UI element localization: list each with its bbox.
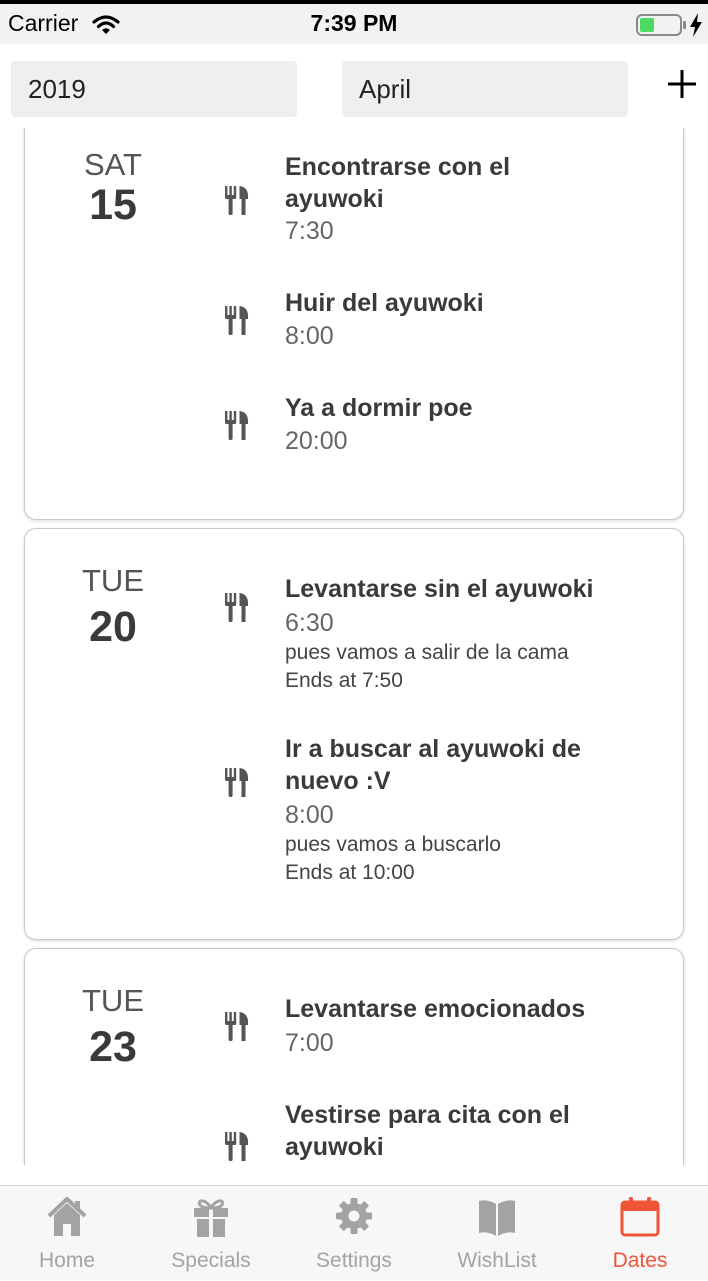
event-time: 6:30 xyxy=(285,609,334,637)
event-end-time: Ends at 7:50 xyxy=(285,669,403,692)
charging-icon xyxy=(689,13,703,42)
dates-list[interactable]: SAT 15 Encontrarse con el ayuwoki 7:30 H… xyxy=(0,128,708,1165)
day-name: SAT xyxy=(84,147,142,182)
utensils-icon xyxy=(225,411,249,440)
event-title-line: ayuwoki xyxy=(285,1133,384,1161)
day-number: 20 xyxy=(89,603,137,651)
event-title-line: Encontrarse con el xyxy=(285,153,511,181)
event-time: 8:00 xyxy=(285,322,334,350)
tab-label: Settings xyxy=(316,1249,392,1272)
tab-specials[interactable]: Specials xyxy=(140,1186,282,1281)
calendar-icon xyxy=(620,1197,660,1237)
event-title-line: Ir a buscar al ayuwoki de xyxy=(285,735,581,763)
day-number: 23 xyxy=(89,1023,137,1071)
utensils-icon xyxy=(225,1012,249,1041)
add-button[interactable] xyxy=(664,66,700,102)
filter-bar: 2019 April xyxy=(0,44,708,128)
event-end-time: Ends at 10:00 xyxy=(285,861,415,884)
day-name: TUE xyxy=(82,983,144,1018)
gift-icon xyxy=(194,1199,228,1237)
tab-wishlist[interactable]: WishList xyxy=(426,1186,568,1281)
event-title-line: Levantarse emocionados xyxy=(285,995,586,1023)
tab-bar: Home Specials Settings WishList Dates xyxy=(0,1185,708,1280)
event-time: 7:00 xyxy=(285,1029,334,1057)
tab-label: Dates xyxy=(612,1249,668,1272)
event-title[interactable]: Levantarse emocionados xyxy=(285,993,655,1025)
tab-label: Home xyxy=(38,1249,96,1272)
utensils-icon xyxy=(225,768,249,797)
event-time: 8:00 xyxy=(285,801,334,829)
status-bar: Carrier 7:39 PM xyxy=(0,0,708,44)
day-number: 15 xyxy=(89,181,137,229)
day-name: TUE xyxy=(82,563,144,598)
event-title[interactable]: Encontrarse con el ayuwoki xyxy=(285,151,655,215)
event-time: 7:30 xyxy=(285,217,334,245)
month-field[interactable]: April xyxy=(342,61,628,117)
year-field[interactable]: 2019 xyxy=(11,61,297,117)
event-title[interactable]: Vestirse para cita con el ayuwoki xyxy=(285,1099,655,1163)
event-title[interactable]: Huir del ayuwoki xyxy=(285,287,655,319)
tab-settings[interactable]: Settings xyxy=(283,1186,425,1281)
plus-icon xyxy=(668,70,696,98)
event-description: pues vamos a buscarlo xyxy=(285,833,501,856)
battery-icon xyxy=(636,14,688,41)
event-title-line: Levantarse sin el ayuwoki xyxy=(285,575,594,603)
gear-icon xyxy=(336,1198,372,1234)
event-title[interactable]: Levantarse sin el ayuwoki xyxy=(285,573,655,605)
event-title-line: Vestirse para cita con el xyxy=(285,1101,570,1129)
event-title-line: Huir del ayuwoki xyxy=(285,289,484,317)
event-title[interactable]: Ir a buscar al ayuwoki de nuevo :V xyxy=(285,733,655,797)
event-description: pues vamos a salir de la cama xyxy=(285,641,569,664)
day-card: TUE 20 Levantarse sin el ayuwoki 6:30 pu… xyxy=(24,528,684,940)
event-time: 20:00 xyxy=(285,427,348,455)
utensils-icon xyxy=(225,306,249,335)
book-icon xyxy=(479,1200,515,1236)
home-icon xyxy=(47,1197,87,1236)
day-card: SAT 15 Encontrarse con el ayuwoki 7:30 H… xyxy=(24,128,684,520)
utensils-icon xyxy=(225,186,249,215)
day-card: TUE 23 Levantarse emocionados 7:00 Vesti… xyxy=(24,948,684,1165)
event-title-line: Ya a dormir poe xyxy=(285,394,473,422)
utensils-icon xyxy=(225,593,249,622)
event-title-line: ayuwoki xyxy=(285,185,384,213)
event-title-line: nuevo :V xyxy=(285,767,391,795)
tab-label: WishList xyxy=(457,1249,537,1272)
tab-label: Specials xyxy=(171,1249,251,1272)
event-title[interactable]: Ya a dormir poe xyxy=(285,392,655,424)
utensils-icon xyxy=(225,1132,249,1161)
status-time: 7:39 PM xyxy=(310,10,398,36)
tab-home[interactable]: Home xyxy=(0,1186,138,1281)
tab-dates[interactable]: Dates xyxy=(569,1186,708,1281)
